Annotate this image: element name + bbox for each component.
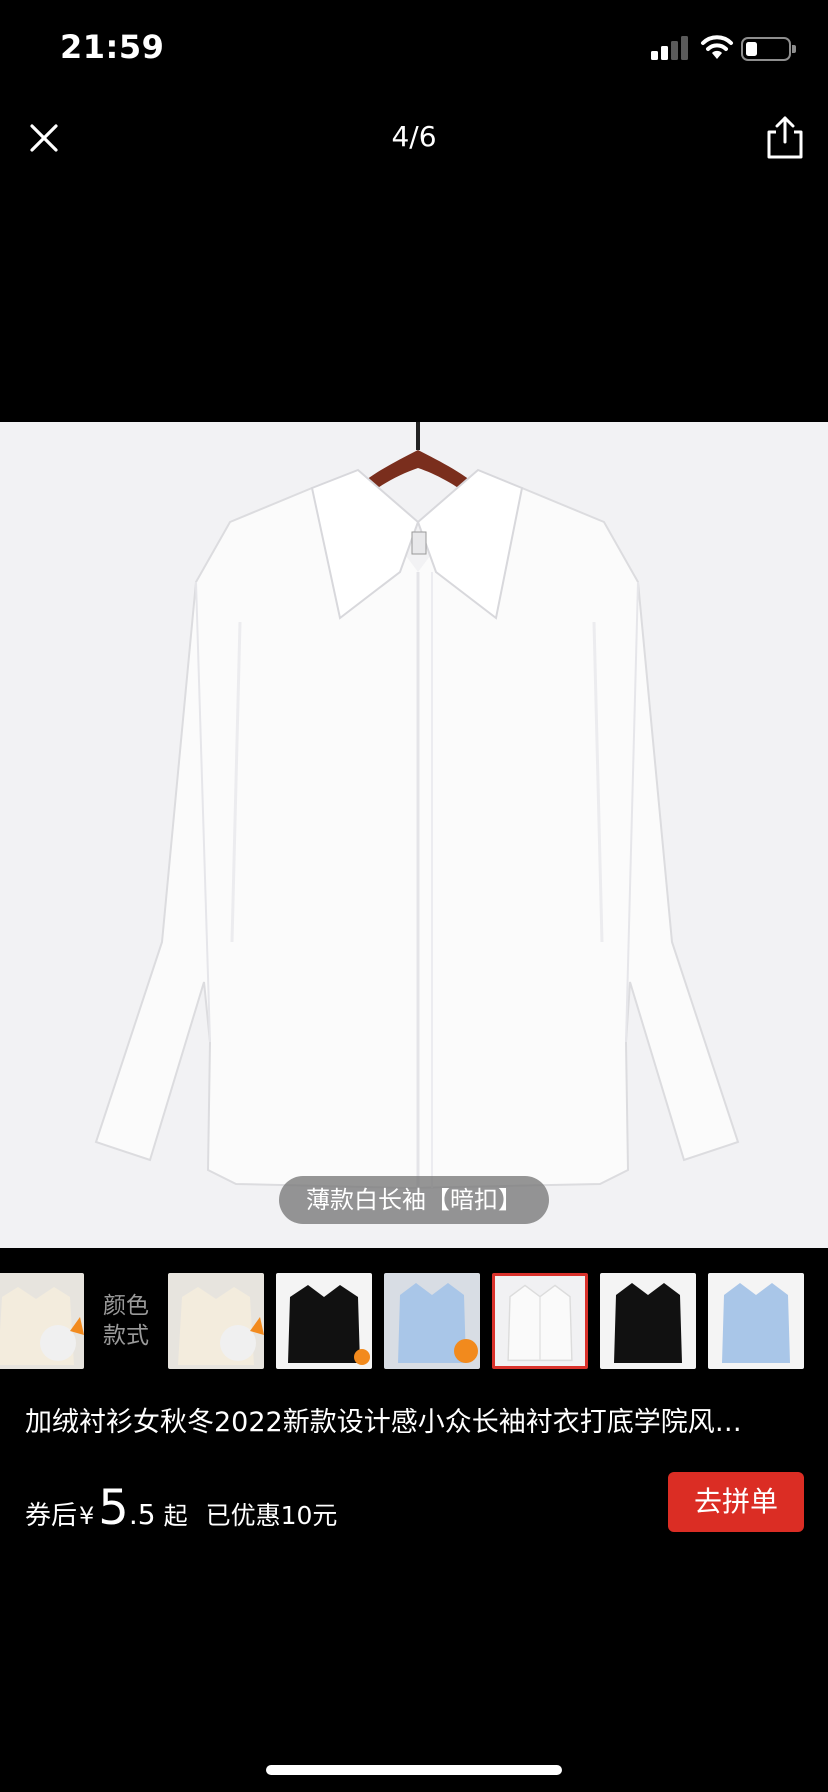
discount-text: 已优惠10元 [205,1501,338,1530]
product-photo[interactable] [0,422,828,1248]
status-time: 21:59 [60,28,165,66]
variant-thumbnail[interactable] [276,1273,372,1369]
thumbnail-section-label: 颜色 款式 [96,1291,156,1351]
share-icon[interactable] [764,114,806,160]
cellular-signal-icon [651,36,689,60]
label-style: 款式 [103,1323,149,1349]
price-suffix: 起 [163,1502,188,1530]
product-title: 加绒衬衫女秋冬2022新款设计感小众长袖衬衣打底学院风… [25,1407,742,1438]
white-shirt-image [0,422,828,1248]
battery-icon [741,37,796,61]
variant-label-pill: 薄款白长袖【暗扣】 [279,1176,549,1224]
label-color: 颜色 [103,1293,149,1319]
variant-thumbnail-strip: 颜色 款式 [0,1273,828,1369]
image-counter-text: 4/6 [391,120,437,153]
variant-thumbnail[interactable] [0,1273,84,1369]
home-indicator[interactable] [266,1765,562,1775]
currency-symbol: ¥ [79,1502,95,1530]
variant-thumbnail[interactable] [600,1273,696,1369]
variant-thumbnail[interactable] [384,1273,480,1369]
price-prefix: 券后 [25,1501,78,1531]
price-decimal: .5 [128,1498,156,1531]
image-counter: 4/6 [0,120,828,153]
price-row: 券后¥5.5 起已优惠10元 [25,1480,337,1540]
group-buy-button[interactable]: 去拼单 [668,1472,804,1532]
wifi-icon [701,35,733,59]
variant-thumbnail[interactable] [708,1273,804,1369]
viewer-nav-bar: 4/6 [0,96,828,188]
price-integer: 5 [98,1480,129,1536]
variant-thumbnail-selected[interactable] [492,1273,588,1369]
variant-thumbnail[interactable] [168,1273,264,1369]
status-bar: 21:59 [0,0,828,96]
